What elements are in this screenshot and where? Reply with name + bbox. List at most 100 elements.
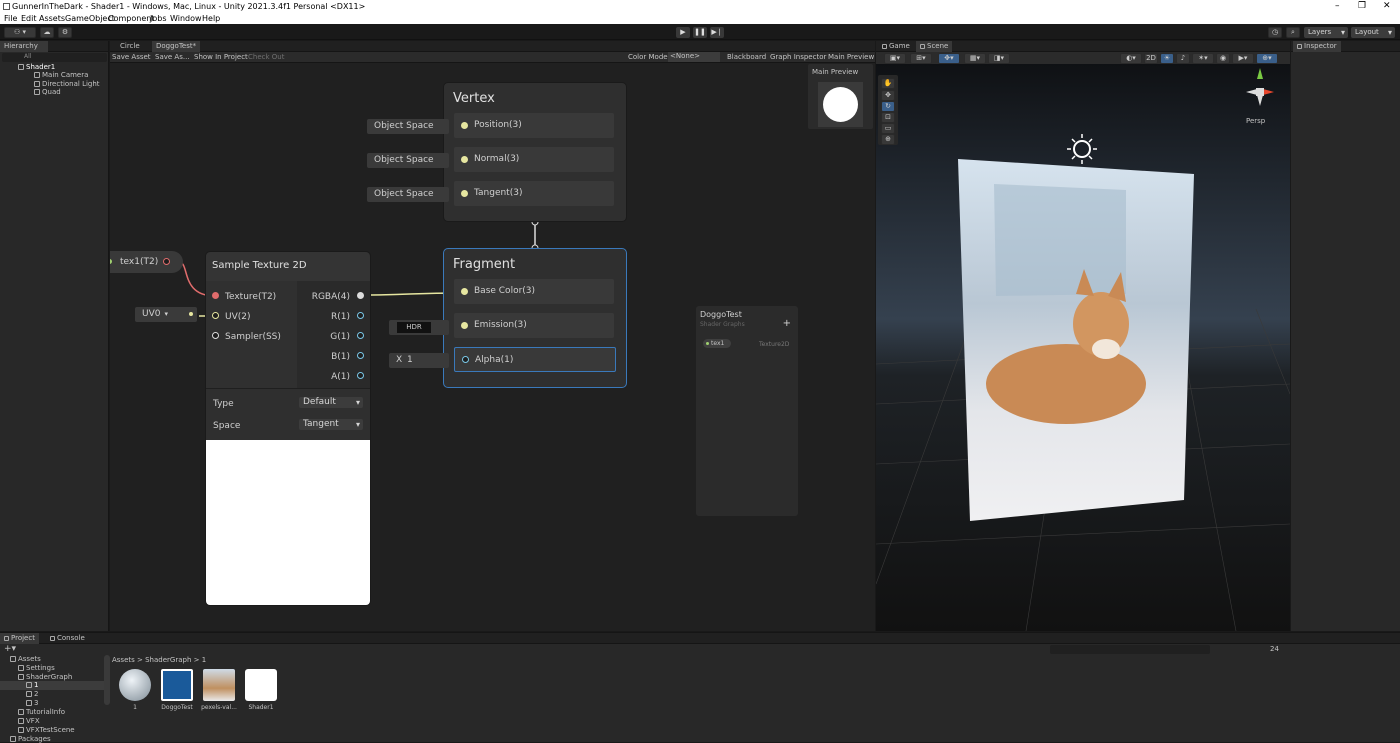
b-port-icon[interactable] xyxy=(357,352,364,359)
texture-port-icon[interactable] xyxy=(163,258,170,265)
port-icon[interactable] xyxy=(461,190,468,197)
move-tool-icon[interactable]: ✥ xyxy=(881,90,895,101)
transform-tool-icon[interactable]: ⊕ xyxy=(881,134,895,145)
tree-folder-1[interactable]: 1 xyxy=(0,681,104,690)
normal-space-input[interactable]: Object Space xyxy=(367,153,449,168)
breadcrumb-current[interactable]: 1 xyxy=(202,656,206,664)
asset-doggotest[interactable]: DoggoTest xyxy=(158,669,196,711)
tree-folder-2[interactable]: 2 xyxy=(26,690,38,698)
step-button[interactable]: ▶❘ xyxy=(710,27,724,38)
scale-tool-icon[interactable]: ⊡ xyxy=(881,112,895,123)
add-property-button[interactable]: + xyxy=(783,318,791,329)
menu-assets[interactable]: Assets xyxy=(39,14,65,23)
fragment-slot-emission[interactable]: Emission(3) xyxy=(454,313,614,338)
tree-vfxtestscene[interactable]: VFXTestScene xyxy=(18,726,75,734)
persp-label[interactable]: Persp xyxy=(1246,117,1265,125)
grid-snap-dropdown[interactable]: ▦▾ xyxy=(964,53,986,64)
tangent-space-input[interactable]: Object Space xyxy=(367,187,449,202)
tab-project[interactable]: Project xyxy=(0,633,39,644)
preview-viewport[interactable] xyxy=(818,82,863,127)
a-port-icon[interactable] xyxy=(357,372,364,379)
tree-assets[interactable]: Assets xyxy=(10,655,41,663)
emission-input[interactable]: HDR xyxy=(389,320,449,335)
shading-dropdown[interactable]: ◐▾ xyxy=(1120,53,1142,64)
play-button[interactable]: ▶ xyxy=(676,27,690,38)
tree-shadergraph[interactable]: ShaderGraph xyxy=(18,673,72,681)
port-icon[interactable] xyxy=(461,156,468,163)
rect-tool-icon[interactable]: ▭ xyxy=(881,123,895,134)
project-search[interactable] xyxy=(1050,645,1210,654)
close-icon[interactable]: ✕ xyxy=(1383,1,1391,11)
alpha-input[interactable]: X 1 xyxy=(389,353,449,368)
camera-dropdown[interactable]: ▶▾ xyxy=(1232,53,1254,64)
uv-input[interactable]: UV0 ▾ xyxy=(135,307,197,322)
port-icon[interactable] xyxy=(461,288,468,295)
tree-tutorialinfo[interactable]: TutorialInfo xyxy=(18,708,65,716)
asset-texture[interactable]: pexels-val... xyxy=(200,669,238,711)
tree-folder-3[interactable]: 3 xyxy=(26,699,38,707)
layout-dropdown[interactable]: Layout xyxy=(1351,27,1395,38)
hierarchy-item-main-camera[interactable]: Main Camera xyxy=(34,71,88,79)
hdr-swatch[interactable]: HDR xyxy=(397,322,431,333)
search-icon[interactable]: ⌕ xyxy=(1286,27,1300,38)
hierarchy-item-directional-light[interactable]: Directional Light xyxy=(34,80,100,88)
draw-mode-dropdown[interactable]: ▣▾ xyxy=(884,53,906,64)
tab-scene[interactable]: Scene xyxy=(916,41,953,52)
create-asset-button[interactable]: +▾ xyxy=(4,644,16,654)
layers-dropdown[interactable]: Layers xyxy=(1304,27,1348,38)
blackboard-panel[interactable]: DoggoTest Shader Graphs + tex1 Texture2D xyxy=(696,306,798,516)
uv-port-icon[interactable] xyxy=(212,312,219,319)
lighting-toggle-icon[interactable]: ☀ xyxy=(1160,53,1174,64)
tab-game[interactable]: Game xyxy=(878,41,914,52)
port-icon[interactable] xyxy=(461,122,468,129)
breadcrumb-shadergraph[interactable]: ShaderGraph xyxy=(145,656,191,664)
tab-inspector[interactable]: Inspector xyxy=(1293,41,1341,52)
breadcrumb-assets[interactable]: Assets xyxy=(112,656,135,664)
gizmo-dropdown[interactable]: ⊞▾ xyxy=(910,53,932,64)
scene-window[interactable]: Game Scene ▣▾ ⊞▾ ✥▾ ▦▾ ◨▾ ◐▾ 2D ☀ ♪ ✶▾ ◉… xyxy=(876,41,1290,631)
asset-material-1[interactable]: 1 xyxy=(116,669,154,711)
account-button[interactable]: ⚇ ▾ xyxy=(4,27,36,38)
port-icon[interactable] xyxy=(462,356,469,363)
shader-graph-window[interactable]: Circle DoggoTest* Save Asset Save As... … xyxy=(110,41,875,631)
main-preview-panel[interactable]: Main Preview xyxy=(808,64,873,129)
r-port-icon[interactable] xyxy=(357,312,364,319)
fragment-slot-alpha[interactable]: Alpha(1) xyxy=(454,347,616,372)
hidden-objects-icon[interactable]: ◉ xyxy=(1216,53,1230,64)
move-snap-dropdown[interactable]: ✥▾ xyxy=(938,53,960,64)
menu-help[interactable]: Help xyxy=(202,14,220,23)
vertex-node[interactable]: Vertex Position(3) Normal(3) Tangent(3) xyxy=(443,82,627,222)
vertex-slot-position[interactable]: Position(3) xyxy=(454,113,614,138)
g-port-icon[interactable] xyxy=(357,332,364,339)
scene-root[interactable]: Shader1 xyxy=(18,63,55,71)
type-dropdown[interactable]: Default xyxy=(299,397,363,408)
blackboard-prop-tex1[interactable]: tex1 xyxy=(703,339,731,348)
rotate-tool-icon[interactable]: ↻ xyxy=(881,101,895,112)
fragment-slot-base-color[interactable]: Base Color(3) xyxy=(454,279,614,304)
texture-port-icon[interactable] xyxy=(212,292,219,299)
collab-icon[interactable]: ⚙ xyxy=(58,27,72,38)
minimize-icon[interactable]: – xyxy=(1335,1,1340,11)
menu-window[interactable]: Window xyxy=(170,14,202,23)
position-space-input[interactable]: Object Space xyxy=(367,119,449,134)
menu-jobs[interactable]: Jobs xyxy=(150,14,167,23)
tab-console[interactable]: Console xyxy=(46,633,89,644)
scene-viewport[interactable] xyxy=(876,64,1290,631)
uv-channel-dropdown[interactable]: UV0 xyxy=(142,309,160,319)
alpha-value[interactable]: 1 xyxy=(407,353,413,368)
maximize-icon[interactable]: ❐ xyxy=(1358,1,1366,11)
tree-scrollbar[interactable] xyxy=(104,655,110,705)
hierarchy-item-quad[interactable]: Quad xyxy=(34,88,61,96)
asset-scene-shader1[interactable]: Shader1 xyxy=(242,669,280,711)
tree-vfx[interactable]: VFX xyxy=(18,717,40,725)
fragment-node[interactable]: Fragment Base Color(3) Emission(3) Alpha… xyxy=(443,248,627,388)
menu-file[interactable]: File xyxy=(4,14,17,23)
port-icon[interactable] xyxy=(461,322,468,329)
hand-tool-icon[interactable]: ✋ xyxy=(881,78,895,89)
increment-snap-dropdown[interactable]: ◨▾ xyxy=(988,53,1010,64)
cloud-icon[interactable]: ☁ xyxy=(40,27,54,38)
sampler-port-icon[interactable] xyxy=(212,332,219,339)
effects-dropdown[interactable]: ✶▾ xyxy=(1192,53,1214,64)
2d-toggle[interactable]: 2D xyxy=(1144,53,1158,64)
space-dropdown[interactable]: Tangent xyxy=(299,419,363,430)
